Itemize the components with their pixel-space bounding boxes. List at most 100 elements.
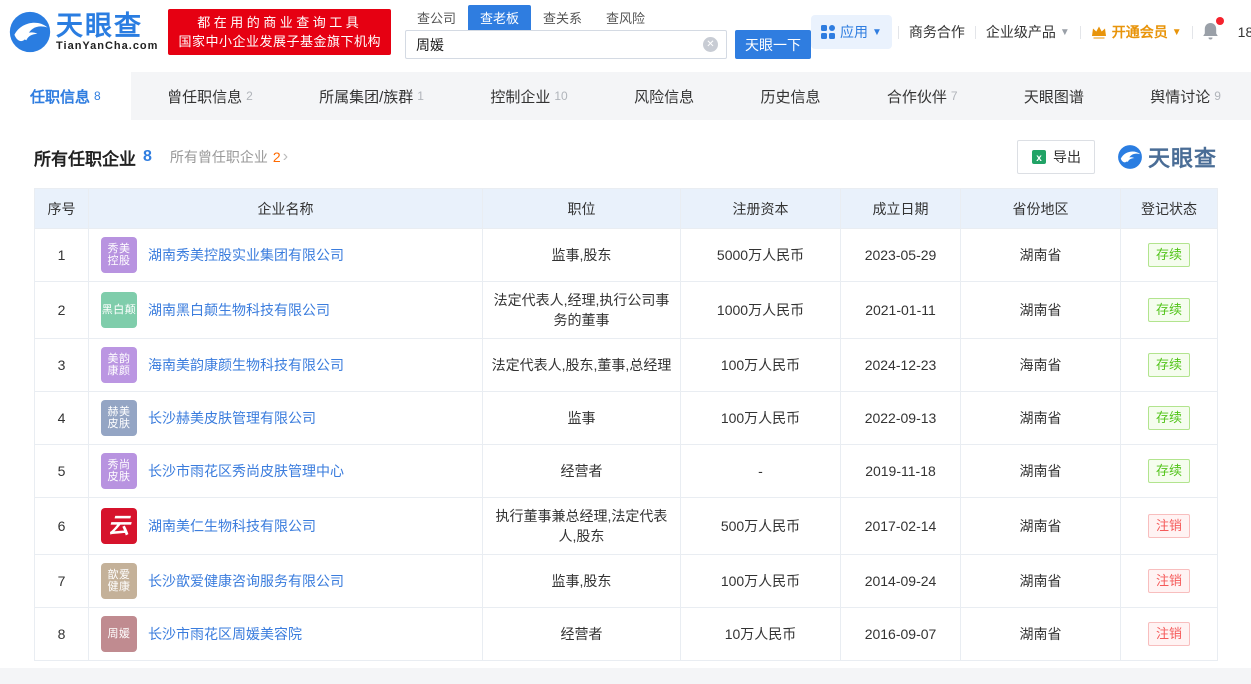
- row-index: 7: [35, 555, 89, 608]
- status-badge: 注销: [1148, 514, 1190, 538]
- column-header: 省份地区: [961, 189, 1121, 229]
- position-cell: 执行董事兼总经理,法定代表人,股东: [483, 498, 681, 555]
- company-link[interactable]: 长沙歆爱健康咨询服务有限公司: [148, 571, 344, 591]
- founded-date-cell: 2014-09-24: [841, 555, 961, 608]
- capital-cell: -: [681, 445, 841, 498]
- nav-tab-0[interactable]: 任职信息 8: [0, 72, 131, 120]
- row-index: 4: [35, 392, 89, 445]
- search-tab-1[interactable]: 查老板: [468, 5, 531, 30]
- former-positions-link[interactable]: 所有曾任职企业 2 ›: [170, 147, 288, 167]
- clear-search-icon[interactable]: ✕: [703, 37, 718, 52]
- column-header: 职位: [483, 189, 681, 229]
- company-link[interactable]: 长沙市雨花区周媛美容院: [148, 624, 302, 644]
- status-badge: 存续: [1148, 353, 1190, 377]
- company-avatar: 秀尚皮肤: [101, 453, 137, 489]
- nav-tab-3[interactable]: 控制企业10: [460, 72, 597, 120]
- search-tab-2[interactable]: 查关系: [531, 5, 594, 30]
- chevron-down-icon: ▼: [1172, 27, 1182, 38]
- search-button[interactable]: 天眼一下: [735, 30, 811, 59]
- section-title: 所有任职企业: [34, 145, 136, 170]
- status-badge: 存续: [1148, 459, 1190, 483]
- watermark-logo: 天眼查: [1117, 141, 1217, 173]
- bottom-strip: [0, 668, 1251, 684]
- company-link[interactable]: 湖南秀美控股实业集团有限公司: [148, 245, 344, 265]
- founded-date-cell: 2019-11-18: [841, 445, 961, 498]
- capital-cell: 100万人民币: [681, 555, 841, 608]
- province-cell: 湖南省: [961, 608, 1121, 661]
- position-cell: 监事,股东: [483, 229, 681, 282]
- watermark-logo-text: 天眼查: [1148, 141, 1217, 173]
- search-input[interactable]: [405, 30, 727, 59]
- capital-cell: 10万人民币: [681, 608, 841, 661]
- province-cell: 湖南省: [961, 229, 1121, 282]
- promo-line1: 都在用的商业查询工具: [178, 13, 381, 32]
- top-menu: 应用 ▼ 商务合作 企业级产品 ▼ 开通会员 ▼: [811, 15, 1251, 49]
- company-avatar: 赫美皮肤: [101, 400, 137, 436]
- row-index: 5: [35, 445, 89, 498]
- province-cell: 湖南省: [961, 282, 1121, 339]
- nav-tab-label: 任职信息: [30, 86, 90, 107]
- logo-brand-text: 天眼查: [56, 12, 158, 40]
- capital-cell: 500万人民币: [681, 498, 841, 555]
- section-header: 所有任职企业 8 所有曾任职企业 2 › x 导出: [34, 140, 1217, 174]
- nav-tab-count: 8: [94, 89, 101, 103]
- row-index: 3: [35, 339, 89, 392]
- table-row: 4赫美皮肤长沙赫美皮肤管理有限公司监事100万人民币2022-09-13湖南省存…: [35, 392, 1218, 445]
- nav-tab-label: 舆情讨论: [1150, 86, 1210, 107]
- company-avatar: 黑白颠: [101, 292, 137, 328]
- company-link[interactable]: 长沙赫美皮肤管理有限公司: [148, 408, 316, 428]
- main-content: 所有任职企业 8 所有曾任职企业 2 › x 导出: [0, 120, 1251, 668]
- tianyancha-logo[interactable]: 天眼查 TianYanCha.com: [8, 10, 158, 54]
- province-cell: 湖南省: [961, 392, 1121, 445]
- apps-grid-icon: [821, 25, 835, 39]
- apps-menu[interactable]: 应用 ▼: [811, 15, 892, 49]
- position-cell: 法定代表人,经理,执行公司事务的董事: [483, 282, 681, 339]
- promo-line2: 国家中小企业发展子基金旗下机构: [178, 32, 381, 51]
- nav-tab-2[interactable]: 所属集团/族群1: [289, 72, 454, 120]
- chevron-down-icon: ▼: [872, 27, 882, 38]
- nav-tab-label: 历史信息: [760, 86, 820, 107]
- founded-date-cell: 2024-12-23: [841, 339, 961, 392]
- nav-tab-count: 10: [554, 89, 567, 103]
- company-link[interactable]: 长沙市雨花区秀尚皮肤管理中心: [148, 461, 344, 481]
- table-header-row: 序号企业名称职位注册资本成立日期省份地区登记状态: [35, 189, 1218, 229]
- business-cooperation-menu[interactable]: 商务合作: [899, 22, 975, 42]
- nav-tab-5[interactable]: 历史信息: [730, 72, 850, 120]
- company-link[interactable]: 湖南美仁生物科技有限公司: [148, 516, 316, 536]
- table-body: 1秀美控股湖南秀美控股实业集团有限公司监事,股东5000万人民币2023-05-…: [35, 229, 1218, 661]
- company-link[interactable]: 湖南黑白颠生物科技有限公司: [148, 300, 330, 320]
- crown-icon: [1091, 25, 1107, 39]
- search-area: 查公司查老板查关系查风险 ✕ 天眼一下: [405, 5, 811, 59]
- search-tab-0[interactable]: 查公司: [405, 5, 468, 30]
- svg-text:x: x: [1036, 153, 1042, 164]
- company-link[interactable]: 海南美韵康颜生物科技有限公司: [148, 355, 344, 375]
- nav-tab-label: 风险信息: [634, 86, 694, 107]
- nav-tab-8[interactable]: 舆情讨论9: [1120, 72, 1251, 120]
- founded-date-cell: 2016-09-07: [841, 608, 961, 661]
- position-cell: 经营者: [483, 608, 681, 661]
- capital-cell: 1000万人民币: [681, 282, 841, 339]
- founded-date-cell: 2017-02-14: [841, 498, 961, 555]
- province-cell: 海南省: [961, 339, 1121, 392]
- column-header: 注册资本: [681, 189, 841, 229]
- search-tab-3[interactable]: 查风险: [594, 5, 657, 30]
- export-button[interactable]: x 导出: [1017, 140, 1095, 174]
- column-header: 序号: [35, 189, 89, 229]
- nav-tab-1[interactable]: 曾任职信息2: [137, 72, 283, 120]
- notifications-bell[interactable]: [1193, 21, 1228, 44]
- capital-cell: 5000万人民币: [681, 229, 841, 282]
- company-avatar: 歆爱健康: [101, 563, 137, 599]
- nav-tab-4[interactable]: 风险信息: [604, 72, 724, 120]
- company-avatar: 周媛: [101, 616, 137, 652]
- account-menu[interactable]: 186*... ▼: [1228, 24, 1251, 40]
- nav-tab-7[interactable]: 天眼图谱: [994, 72, 1114, 120]
- column-header: 企业名称: [89, 189, 483, 229]
- detail-tabs-bar: 任职信息 8 曾任职信息2所属集团/族群1控制企业10 风险信息 历史信息 合作伙伴7天眼…: [0, 72, 1251, 120]
- status-badge: 注销: [1148, 569, 1190, 593]
- nav-tab-6[interactable]: 合作伙伴7: [857, 72, 988, 120]
- vip-upgrade-menu[interactable]: 开通会员 ▼: [1081, 22, 1192, 42]
- row-index: 2: [35, 282, 89, 339]
- enterprise-product-menu[interactable]: 企业级产品 ▼: [976, 22, 1080, 42]
- top-header: 天眼查 TianYanCha.com 都在用的商业查询工具 国家中小企业发展子基…: [0, 0, 1251, 64]
- logo-domain-text: TianYanCha.com: [56, 40, 158, 52]
